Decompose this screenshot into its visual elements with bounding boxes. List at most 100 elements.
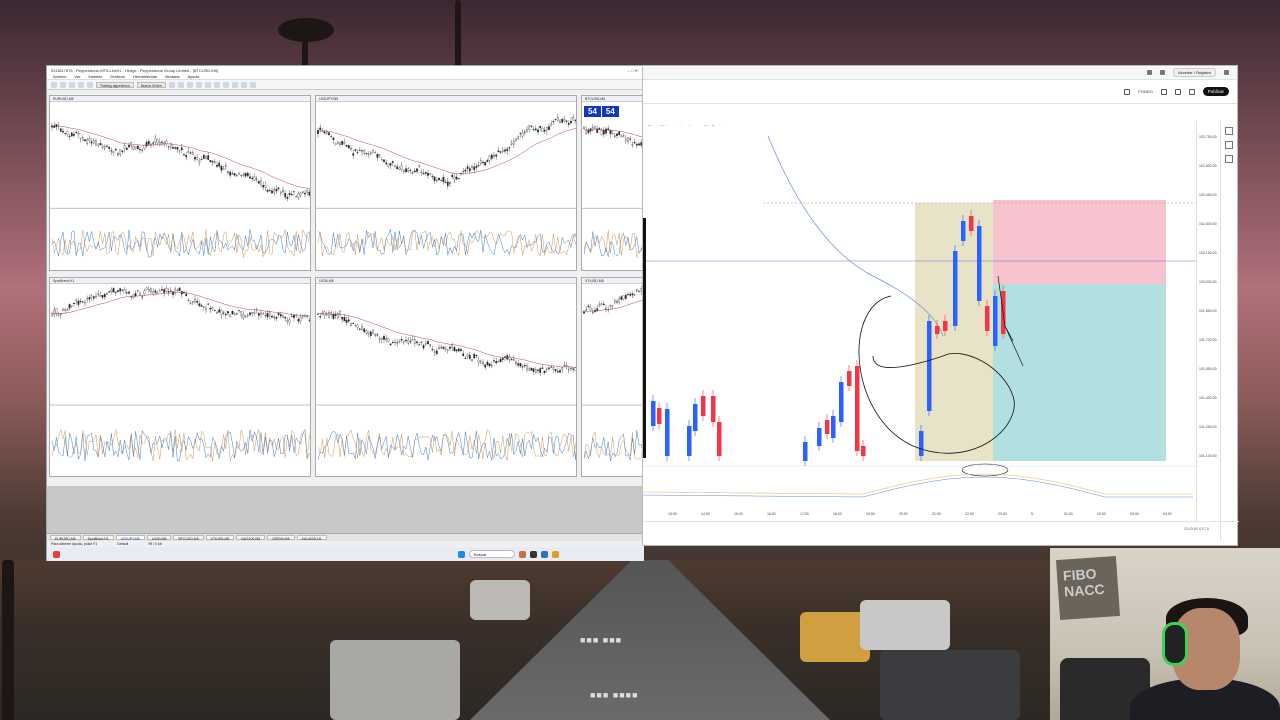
- tab-chart[interactable]: BTCUSD,M5: [173, 535, 204, 541]
- browser-top-bar: Acceder / Registro: [643, 66, 1237, 80]
- candle-body: [613, 135, 616, 138]
- time-axis[interactable]: 13:00 14:00 15:00 16:00 17:00 18:00 19:00 20:00…: [643, 510, 1196, 520]
- candle-body: [336, 313, 339, 319]
- timeframe-m1-icon[interactable]: [231, 81, 238, 88]
- alerts-icon[interactable]: [1225, 141, 1233, 149]
- app-icon[interactable]: [530, 550, 537, 558]
- candle-body: [537, 369, 539, 371]
- maximize-icon[interactable]: □: [631, 68, 633, 73]
- candle-body: [154, 290, 157, 293]
- time-tick-label: 21:00: [932, 512, 941, 516]
- main-candlestick-chart[interactable]: [643, 121, 1196, 521]
- watchlist-icon[interactable]: [1225, 127, 1233, 135]
- account-button[interactable]: Acceder / Registro: [1173, 68, 1216, 77]
- zoom-in-icon[interactable]: [177, 81, 184, 88]
- menu-item-help[interactable]: Ayuda: [188, 74, 199, 79]
- candle-body: [468, 168, 471, 172]
- start-icon[interactable]: [458, 550, 465, 558]
- menu-item-window[interactable]: Ventana: [165, 74, 180, 79]
- tab-chart[interactable]: USDJPY,M5: [115, 535, 145, 541]
- fibo-tool-icon[interactable]: [213, 81, 220, 88]
- timeframe-m5-icon[interactable]: [240, 81, 247, 88]
- candle-body: [570, 120, 572, 124]
- mt5-chart-usdjpy[interactable]: USDJPY,M5: [315, 95, 577, 271]
- zoom-out-icon[interactable]: [186, 81, 193, 88]
- road-marking: ■■■ ■■■: [580, 635, 623, 645]
- new-order-button[interactable]: Nueva Orden: [136, 81, 166, 88]
- mt5-chart-us30[interactable]: US30,M5: [315, 277, 577, 477]
- tab-chart[interactable]: XTIUSD,M5: [205, 535, 235, 541]
- candle-body: [279, 314, 282, 317]
- tab-chart[interactable]: SpotBrent,H1: [82, 535, 114, 541]
- navigator-icon[interactable]: [78, 81, 84, 88]
- candlestick-chart: [316, 309, 576, 461]
- publish-button[interactable]: Publicar: [1202, 87, 1229, 96]
- menu-icon[interactable]: [1224, 70, 1229, 75]
- algo-trading-button[interactable]: Trading algorítmico: [96, 81, 134, 88]
- crosshair-icon[interactable]: [168, 81, 175, 88]
- camera-icon[interactable]: [1188, 88, 1195, 95]
- market-watch-icon[interactable]: [69, 81, 75, 88]
- fullscreen-icon[interactable]: [1174, 88, 1181, 95]
- price-axis[interactable]: 102,750.00 102,600.00 102,450.00 102,300.00…: [1196, 121, 1222, 521]
- candle-body: [55, 308, 58, 314]
- app-icon[interactable]: [519, 550, 526, 558]
- candle-body: [532, 368, 535, 372]
- candle-body: [631, 144, 634, 146]
- candle-body: [541, 128, 544, 132]
- fondo-button[interactable]: FONDO: [1138, 89, 1152, 94]
- tab-chart[interactable]: EURUSD,M5: [50, 535, 81, 541]
- candle-body: [488, 363, 491, 367]
- layout-icon[interactable]: [1124, 88, 1131, 95]
- candle-body: [701, 396, 706, 416]
- candle-body: [227, 171, 229, 173]
- grid-icon[interactable]: [195, 81, 202, 88]
- sell-button[interactable]: 54: [584, 106, 601, 117]
- candle-body: [587, 305, 590, 307]
- menu-item-tools[interactable]: Herramientas: [133, 74, 157, 79]
- menu-item-file[interactable]: Archivo: [53, 74, 66, 79]
- weather-icon[interactable]: [53, 550, 60, 558]
- candle-body: [345, 320, 348, 323]
- stop-loss-zone: [993, 200, 1166, 284]
- mt5-chart-spotbrent[interactable]: SpotBrent,H1: [49, 277, 311, 477]
- taskbar-search-input[interactable]: Buscar: [469, 550, 515, 558]
- menu-item-view[interactable]: Ver: [74, 74, 80, 79]
- candle-body: [548, 126, 550, 130]
- tab-chart[interactable]: GER40,M5: [267, 535, 295, 541]
- close-icon[interactable]: ✕: [635, 68, 638, 73]
- timeframe-h1-icon[interactable]: [249, 81, 256, 88]
- settings-icon[interactable]: [1160, 88, 1167, 95]
- mt5-chart-btcusd[interactable]: BTCUSD,M5 54 54: [581, 95, 644, 271]
- palm-tree-leaves: [278, 18, 334, 42]
- text-tool-icon[interactable]: [222, 81, 229, 88]
- candle-body: [295, 196, 298, 198]
- tab-chart[interactable]: XAUUSD,H1: [296, 535, 327, 541]
- menu-item-charts[interactable]: Gráficos: [110, 74, 125, 79]
- profiles-icon[interactable]: [60, 81, 66, 88]
- candle-body: [515, 362, 517, 364]
- app-icon[interactable]: [552, 550, 559, 558]
- candle-body: [629, 293, 632, 296]
- candle-body: [128, 145, 130, 148]
- candle-body: [596, 128, 599, 133]
- candle-body: [839, 382, 844, 422]
- tab-chart[interactable]: US30,M5: [146, 535, 172, 541]
- app-icon[interactable]: [541, 550, 548, 558]
- tab-chart[interactable]: NAS100,M5: [236, 535, 266, 541]
- candle-body: [495, 361, 498, 364]
- candle-body: [616, 133, 618, 136]
- mt5-chart-eurusd[interactable]: EURUSD,M5: [49, 95, 311, 271]
- extensions-icon[interactable]: [1160, 70, 1166, 75]
- data-window-icon[interactable]: [87, 81, 93, 88]
- line-tool-icon[interactable]: [204, 81, 211, 88]
- new-chart-icon[interactable]: [51, 81, 57, 88]
- candle-body: [416, 341, 418, 344]
- buy-button[interactable]: 54: [601, 106, 619, 117]
- menu-item-insert[interactable]: Insertar: [88, 74, 102, 79]
- mt5-chart-xtiusd[interactable]: XTIUSD,M5: [581, 277, 644, 477]
- tv-header-toolbar: FONDO Publicar: [643, 80, 1237, 104]
- star-icon[interactable]: [1147, 70, 1153, 75]
- minimize-icon[interactable]: –: [628, 68, 630, 73]
- calendar-icon[interactable]: [1225, 155, 1233, 163]
